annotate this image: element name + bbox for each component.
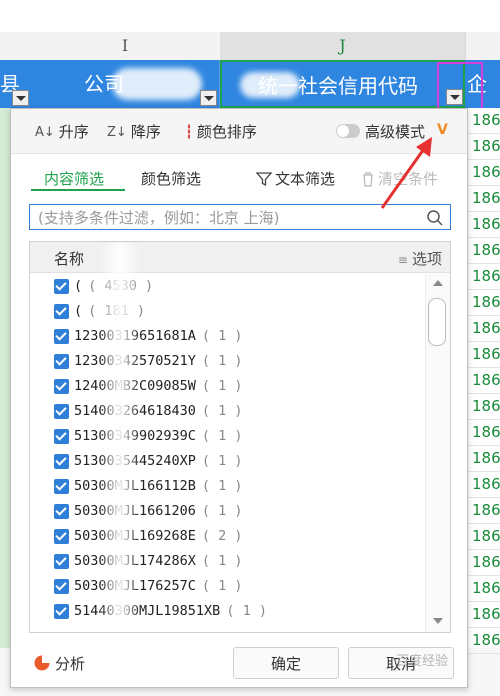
annotation-arrow (380, 137, 432, 209)
watermark: 百度经验 (396, 654, 449, 669)
